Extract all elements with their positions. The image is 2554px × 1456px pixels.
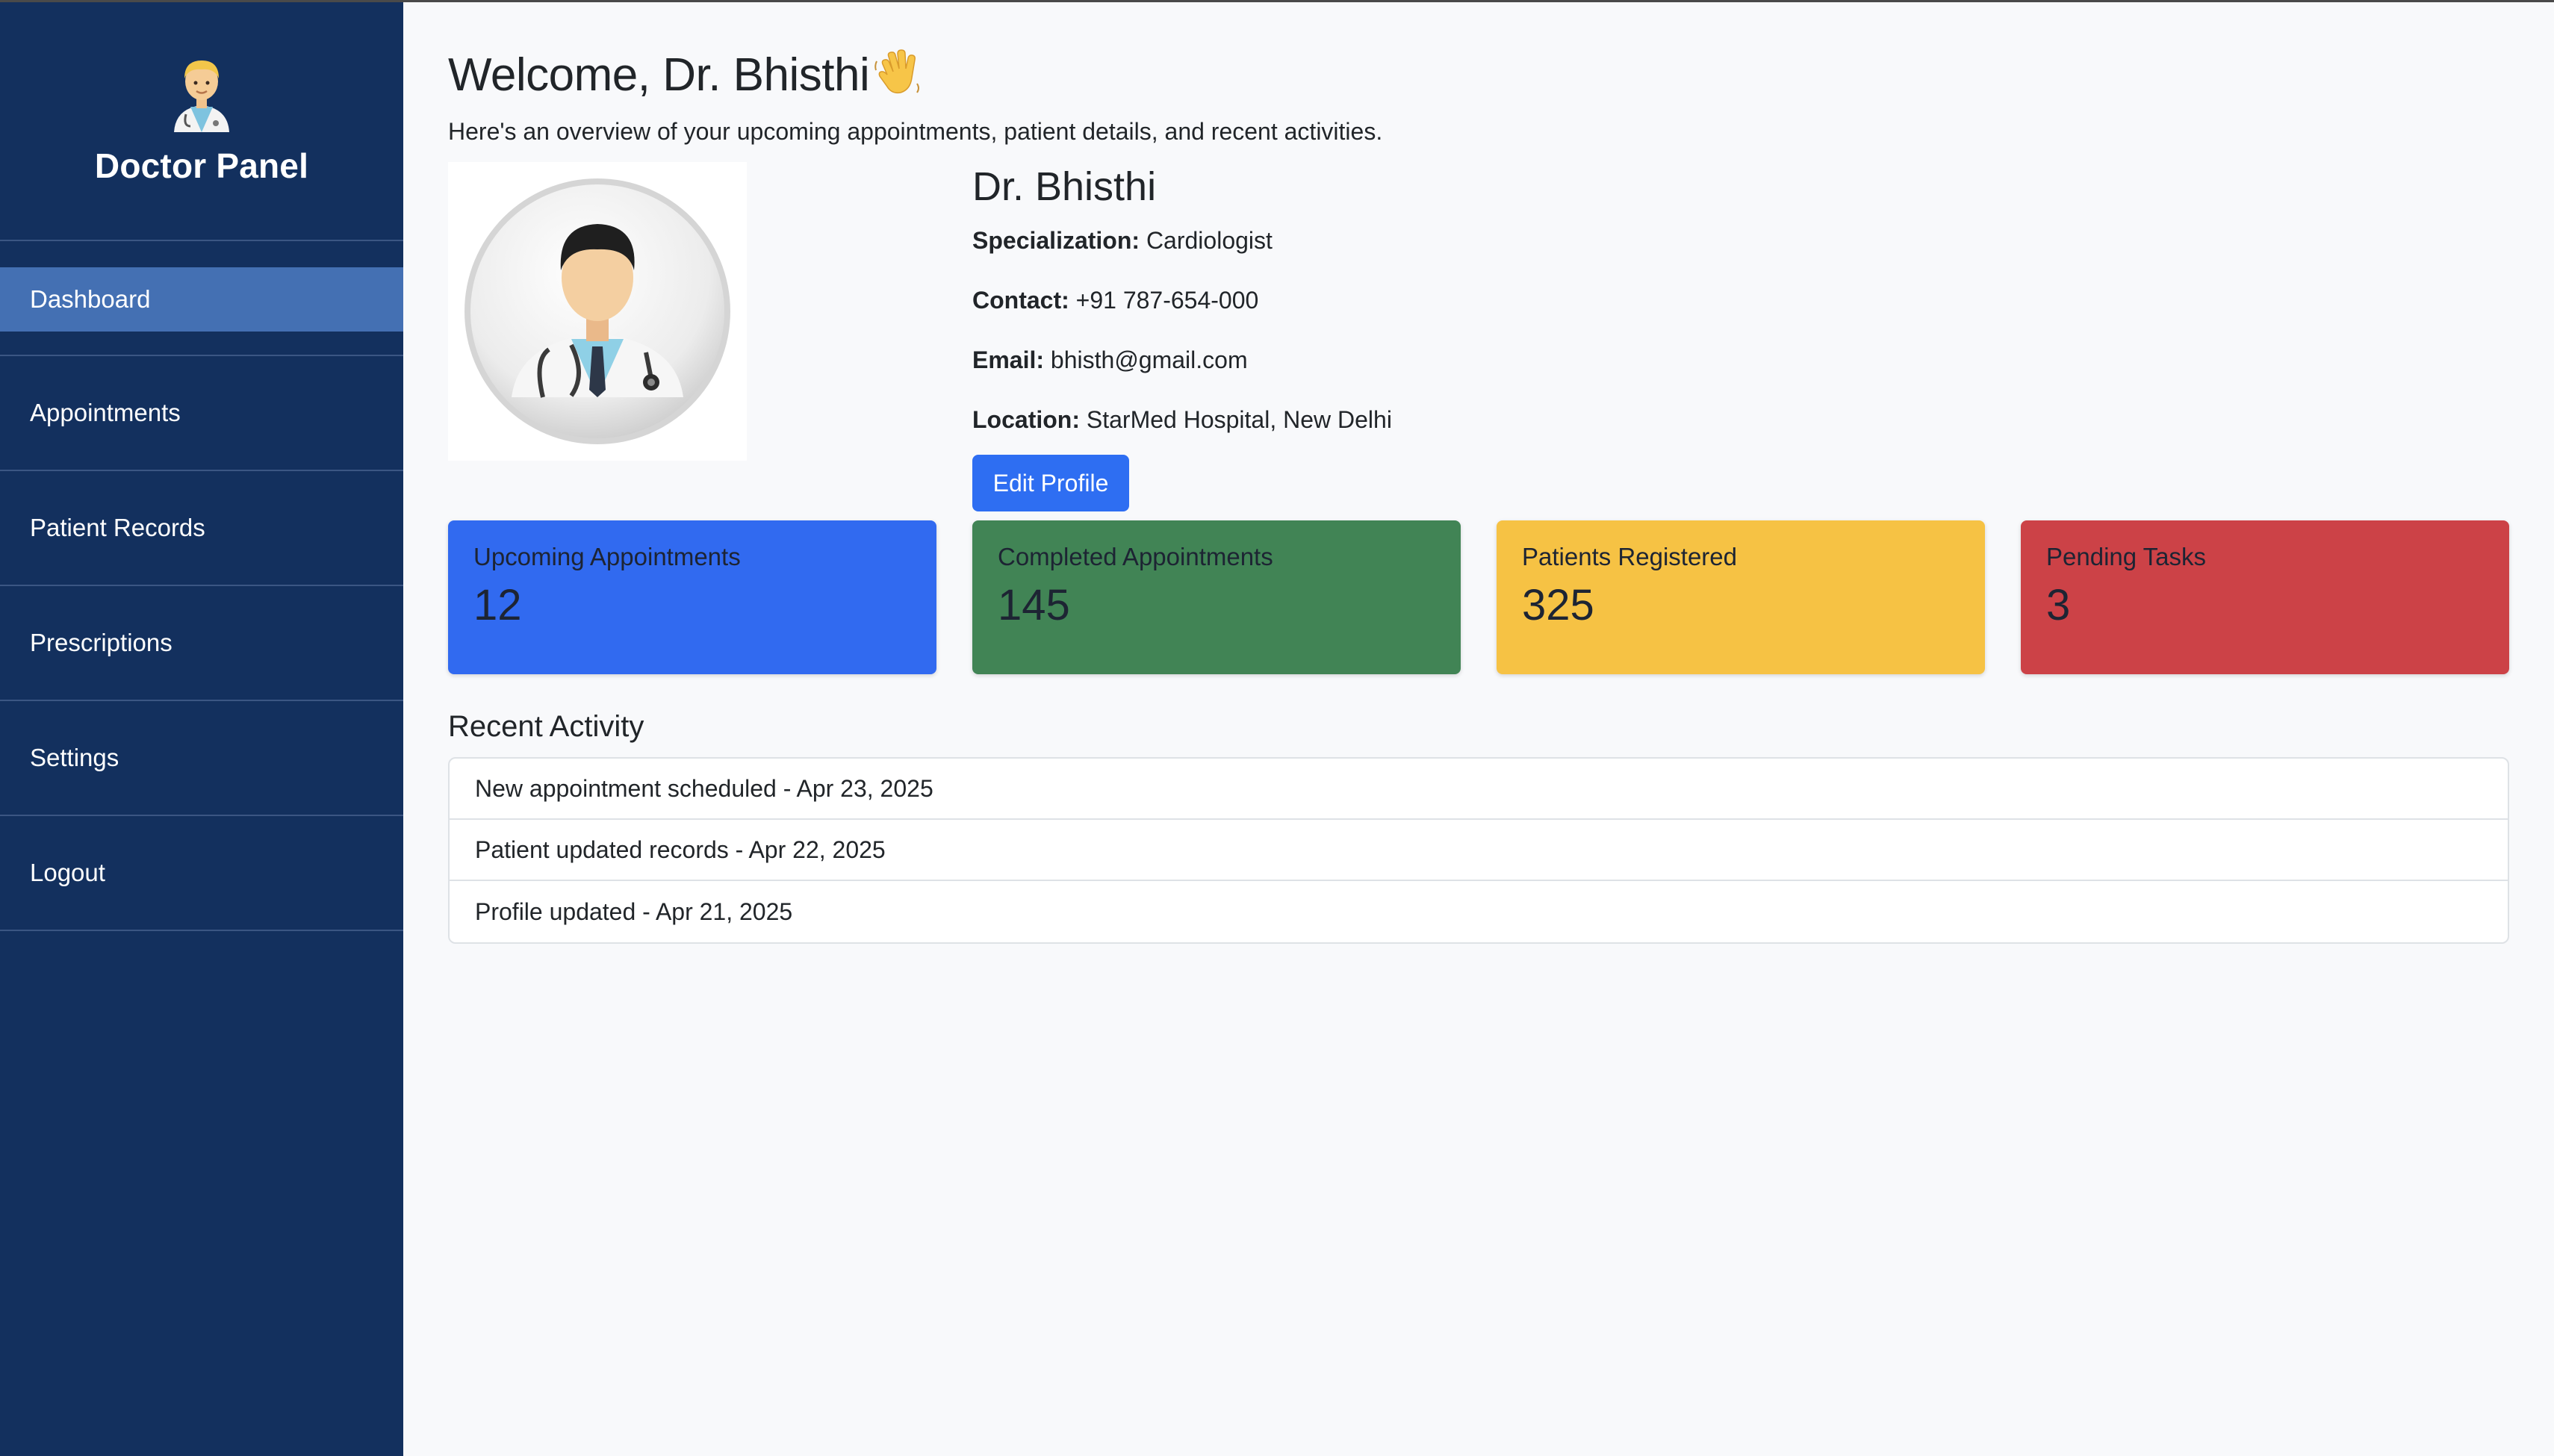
main-content: Welcome, Dr. Bhisthi Here's an overview … [403, 0, 2554, 1456]
email-value: bhisth@gmail.com [1050, 346, 1248, 373]
list-item: Profile updated - Apr 21, 2025 [475, 897, 793, 925]
list-item: Patient updated records - Apr 22, 2025 [450, 820, 2508, 881]
sidebar-nav: Dashboard Appointments Patient Records P… [0, 241, 403, 931]
email-label: Email: [972, 346, 1045, 373]
stat-value: 145 [998, 581, 1070, 629]
profile-name: Dr. Bhisthi [972, 164, 1157, 209]
sidebar-item-settings[interactable]: Settings [0, 701, 403, 816]
sidebar-item-patient-records[interactable]: Patient Records [0, 471, 403, 586]
recent-activity-title: Recent Activity [448, 710, 644, 743]
stat-value: 325 [1522, 581, 1594, 629]
stat-label: Upcoming Appointments [473, 543, 741, 570]
doctor-icon [174, 60, 229, 132]
profile-section: Dr. Bhisthi Specialization: Cardiologist… [448, 162, 2509, 520]
sidebar-brand: Doctor Panel [0, 0, 403, 241]
profile-contact: Contact: +91 787-654-000 [972, 283, 1392, 335]
sidebar-item-label: Dashboard [0, 267, 403, 332]
sidebar-item-logout[interactable]: Logout [0, 816, 403, 931]
location-value: StarMed Hospital, New Delhi [1086, 406, 1392, 433]
avatar [448, 162, 747, 461]
top-border [0, 0, 2554, 2]
welcome-header: Welcome, Dr. Bhisthi [448, 45, 2509, 105]
recent-activity-list: New appointment scheduled - Apr 23, 2025… [448, 757, 2509, 944]
sidebar-item-prescriptions[interactable]: Prescriptions [0, 586, 403, 701]
specialization-label: Specialization: [972, 227, 1140, 254]
doctor-avatar-icon [464, 178, 730, 444]
stats-cards: Upcoming Appointments 12 Completed Appoi… [448, 520, 2509, 674]
profile-location: Location: StarMed Hospital, New Delhi [972, 402, 1392, 455]
stat-card-completed-appointments: Completed Appointments 145 [972, 520, 1461, 674]
page-title: Welcome, Dr. Bhisthi [448, 49, 870, 101]
profile-info: Dr. Bhisthi Specialization: Cardiologist… [972, 162, 1392, 520]
contact-label: Contact: [972, 287, 1069, 314]
specialization-value: Cardiologist [1146, 227, 1273, 254]
page-subtitle: Here's an overview of your upcoming appo… [448, 118, 1383, 145]
brand-title: Doctor Panel [94, 146, 309, 185]
profile-specialization: Specialization: Cardiologist [972, 223, 1392, 276]
waving-hand-icon [874, 49, 920, 94]
sidebar: Doctor Panel Dashboard Appointments Pati… [0, 0, 403, 1456]
stat-card-pending-tasks: Pending Tasks 3 [2021, 520, 2509, 674]
stat-card-patients-registered: Patients Registered 325 [1497, 520, 1985, 674]
stat-label: Patients Registered [1522, 543, 1737, 570]
stat-label: Pending Tasks [2046, 543, 2207, 570]
list-item: New appointment scheduled - Apr 23, 2025 [450, 759, 2508, 820]
stat-card-upcoming-appointments: Upcoming Appointments 12 [448, 520, 936, 674]
stat-value: 12 [473, 581, 522, 629]
sidebar-item-appointments[interactable]: Appointments [0, 356, 403, 471]
location-label: Location: [972, 406, 1080, 433]
profile-email: Email: bhisth@gmail.com [972, 343, 1392, 395]
stat-value: 3 [2046, 581, 2071, 629]
contact-value: +91 787-654-000 [1075, 287, 1259, 314]
sidebar-item-dashboard[interactable]: Dashboard [0, 241, 403, 356]
app-root: Doctor Panel Dashboard Appointments Pati… [0, 0, 2554, 1456]
stat-label: Completed Appointments [998, 543, 1273, 570]
edit-profile-button[interactable]: Edit Profile [972, 455, 1129, 511]
